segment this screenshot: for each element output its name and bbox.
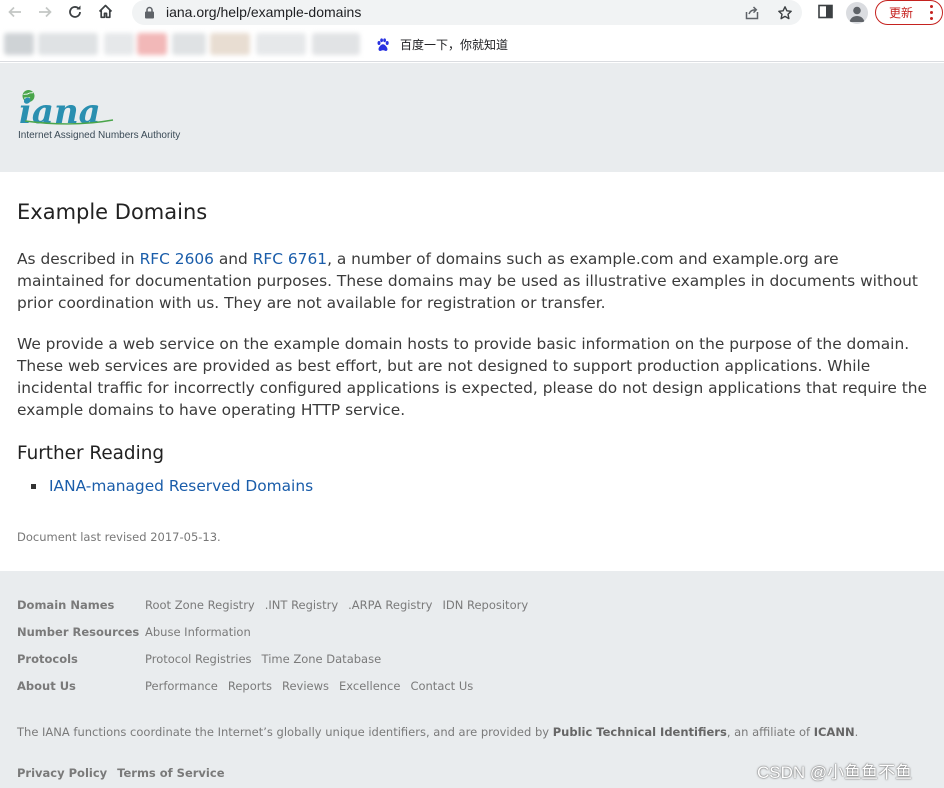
footer-row-domain-names: Domain Names Root Zone Registry .INT Reg… [17,597,538,613]
footer-link[interactable]: Abuse Information [145,625,251,639]
footer-link[interactable]: .INT Registry [265,598,338,612]
footer-heading[interactable]: Number Resources [17,625,145,639]
footer-link[interactable]: Root Zone Registry [145,598,255,612]
blurred-bookmark[interactable] [312,33,360,55]
blurred-bookmark[interactable] [4,33,34,55]
footer-heading[interactable]: Protocols [17,652,145,666]
bookmark-baidu-label: 百度一下，你就知道 [400,38,509,52]
blurred-bookmark[interactable] [256,33,306,55]
logo-subtitle: Internet Assigned Numbers Authority [18,130,181,141]
footer-link[interactable]: Time Zone Database [262,652,382,666]
footer-link[interactable]: Performance [145,679,218,693]
footer-link[interactable]: Excellence [339,679,400,693]
back-button[interactable] [0,0,30,27]
csdn-watermark: CSDN @小鱼鱼不鱼 [757,763,913,782]
icann-link[interactable]: ICANN [814,725,855,739]
address-bar[interactable]: iana.org/help/example-domains [132,0,802,25]
service-paragraph: We provide a web service on the example … [17,335,927,419]
footer-row-about-us: About Us Performance Reports Reviews Exc… [17,678,483,694]
intro-paragraph: As described in RFC 2606 and RFC 6761, a… [17,248,929,314]
footer-heading[interactable]: About Us [17,679,145,693]
text-span: As described in [17,250,140,268]
update-button[interactable]: 更新 [875,0,943,25]
person-icon [849,6,865,22]
browser-toolbar: iana.org/help/example-domains 更新 [0,0,944,27]
rfc6761-link[interactable]: RFC 6761 [253,250,327,268]
home-button[interactable] [90,0,120,27]
footer-link[interactable]: Reviews [282,679,329,693]
text-span: , an affiliate of [726,725,814,739]
terms-of-service-link[interactable]: Terms of Service [117,766,224,780]
url-text[interactable]: iana.org/help/example-domains [166,4,361,20]
lock-icon [142,5,156,19]
reserved-domains-link[interactable]: IANA-managed Reserved Domains [49,477,313,495]
logo-wordmark: iana [19,92,101,132]
reload-button[interactable] [60,0,90,27]
blurred-bookmark[interactable] [137,33,167,55]
bookmark-baidu[interactable]: 百度一下，你就知道 [376,36,508,53]
forward-button[interactable] [30,0,60,27]
home-icon [97,3,114,24]
footer-legal-links: Privacy Policy Terms of Service [17,766,225,780]
blurred-bookmark[interactable] [104,33,134,55]
further-reading-list: IANA-managed Reserved Domains [31,477,313,495]
side-panel-button[interactable] [813,0,837,27]
reload-icon [67,4,83,24]
rfc2606-link[interactable]: RFC 2606 [140,250,214,268]
text-span: The IANA functions coordinate the Intern… [17,725,553,739]
more-vert-icon [929,5,933,20]
blurred-bookmark[interactable] [172,33,206,55]
side-panel-icon [817,4,833,23]
bullet-icon [31,483,36,489]
footer-note: The IANA functions coordinate the Intern… [17,725,858,739]
footer-link[interactable]: Contact Us [410,679,473,693]
privacy-policy-link[interactable]: Privacy Policy [17,766,107,780]
footer-link[interactable]: Reports [228,679,272,693]
blurred-bookmark[interactable] [38,33,98,55]
blurred-bookmark[interactable] [210,33,250,55]
share-icon[interactable] [742,3,762,23]
footer-link[interactable]: .ARPA Registry [348,598,432,612]
baidu-paw-icon [377,37,389,51]
footer-link[interactable]: Protocol Registries [145,652,252,666]
list-item: IANA-managed Reserved Domains [31,477,313,495]
profile-avatar[interactable] [846,2,868,24]
arrow-left-icon [7,4,23,24]
footer-heading[interactable]: Domain Names [17,598,145,612]
footer-row-number-resources: Number Resources Abuse Information [17,624,261,640]
text-span: . [854,725,859,739]
bookmarks-bar: 百度一下，你就知道 [0,27,944,62]
last-revised: Document last revised 2017-05-13. [17,530,221,544]
bookmark-star-icon[interactable] [775,3,795,23]
update-label: 更新 [889,6,914,20]
pti-link[interactable]: Public Technical Identifiers [553,725,727,739]
arrow-right-icon [37,4,53,24]
footer-row-protocols: Protocols Protocol Registries Time Zone … [17,651,391,667]
page-title: Example Domains [17,200,208,224]
footer-link[interactable]: IDN Repository [442,598,528,612]
text-span: and [213,250,253,268]
further-reading-heading: Further Reading [17,443,165,464]
